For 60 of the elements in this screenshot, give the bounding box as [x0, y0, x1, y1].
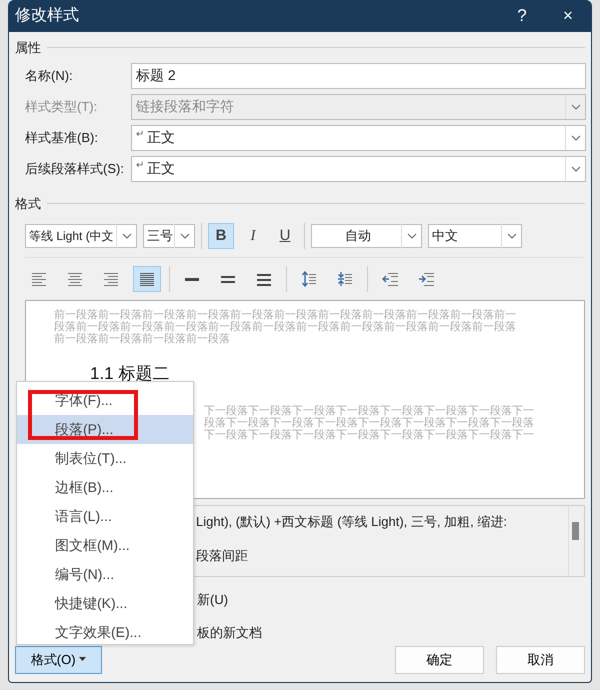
- field-label: 后续段落样式(S):: [24, 160, 125, 178]
- paragraph-mark-icon: ↵: [136, 129, 144, 140]
- section-heading: 格式: [15, 194, 41, 212]
- style-dropdown[interactable]: ↵ 正文: [131, 156, 586, 182]
- double-spacing-icon: [257, 274, 271, 286]
- one-half-spacing-icon: [221, 276, 235, 283]
- field-label: 样式类型(T):: [24, 98, 98, 116]
- field-label: 名称(N):: [24, 66, 74, 85]
- window-title: 修改样式: [15, 6, 80, 26]
- menu-item[interactable]: 文字效果(E)...: [17, 618, 193, 647]
- field-label: 样式基准(B):: [24, 128, 99, 147]
- menu-item[interactable]: 语言(L)...: [17, 502, 193, 531]
- preview-text: 下一段落下一段落下一段落下一段落下一段落下一段落下一段落下一: [204, 404, 535, 416]
- font-color-dropdown[interactable]: 自动: [311, 224, 422, 248]
- paragraph-mark-icon: ↵: [136, 160, 144, 171]
- scrollbar-thumb[interactable]: [572, 522, 579, 540]
- spacing-increase-icon: [302, 271, 316, 287]
- dropdown-value: 正文: [147, 129, 175, 145]
- menu-item[interactable]: 编号(N)...: [17, 560, 193, 589]
- align-center-icon: [68, 273, 82, 286]
- caret-icon: [79, 657, 86, 662]
- description-text: 段落间距: [196, 546, 249, 564]
- indent-decrease-icon: [382, 273, 398, 286]
- close-button[interactable]: ×: [545, 2, 591, 30]
- align-right-icon: [104, 273, 118, 286]
- preview-text: 段落前一段落前一段落前一段落前一段落前一段落前一段落前一段落前一段落前一段落前一段落: [54, 321, 517, 333]
- language-dropdown[interactable]: 中文: [428, 224, 522, 248]
- menu-item[interactable]: 制表位(T)...: [17, 444, 193, 473]
- align-left-icon: [32, 273, 46, 286]
- section-heading: 属性: [15, 39, 41, 57]
- help-button[interactable]: ?: [499, 2, 545, 30]
- font-dropdown[interactable]: 等线 Light (中文: [25, 224, 137, 248]
- bold-button[interactable]: B: [208, 223, 234, 249]
- menu-item[interactable]: 图文框(M)...: [17, 531, 193, 560]
- name-field[interactable]: 标题 2: [131, 62, 586, 88]
- ok-button[interactable]: 确定: [395, 646, 484, 674]
- justify-button[interactable]: [133, 266, 161, 292]
- single-spacing-icon: [185, 278, 199, 281]
- indent-increase-icon: [418, 273, 434, 286]
- preview-text: 前一段落前一段落前一段落前一段落前一段落前一段落前一段落前一段落前一段落前一段落前一: [54, 309, 517, 321]
- preview-text: 下一段落下一段落下一段落下一段落下一段落下一段落下一段落下一: [204, 428, 535, 440]
- option-label[interactable]: 新(U): [197, 590, 228, 610]
- dropdown-value: 链接段落和字符: [136, 98, 234, 114]
- menu-item[interactable]: 字体(F)...: [17, 386, 193, 415]
- description-text: Light), (默认) +西文标题 (等线 Light), 三号, 加粗, 缩进:: [196, 513, 508, 531]
- menu-item[interactable]: 边框(B)...: [17, 473, 193, 502]
- style-dropdown[interactable]: ↵ 正文: [131, 124, 586, 150]
- preview-text: 段落下一段落下一段落下一段落下一段落下一段落下一段落下一段落: [204, 416, 535, 428]
- preview-text: 前一段落前一段落前一段落前一段落: [54, 333, 231, 345]
- dropdown-value: 正文: [147, 160, 175, 176]
- format-button[interactable]: 格式(O): [15, 646, 102, 674]
- preview-heading: 1.1 标题二: [90, 363, 170, 385]
- option-label[interactable]: 板的新文档: [197, 622, 262, 642]
- menu-item[interactable]: 快捷键(K)...: [17, 589, 193, 618]
- font-size-dropdown[interactable]: 三号: [143, 224, 195, 248]
- justify-icon: [140, 273, 154, 286]
- underline-button[interactable]: U: [272, 223, 298, 249]
- italic-button[interactable]: I: [240, 223, 266, 249]
- spacing-decrease-icon: [337, 271, 352, 287]
- cancel-button[interactable]: 取消: [496, 646, 585, 674]
